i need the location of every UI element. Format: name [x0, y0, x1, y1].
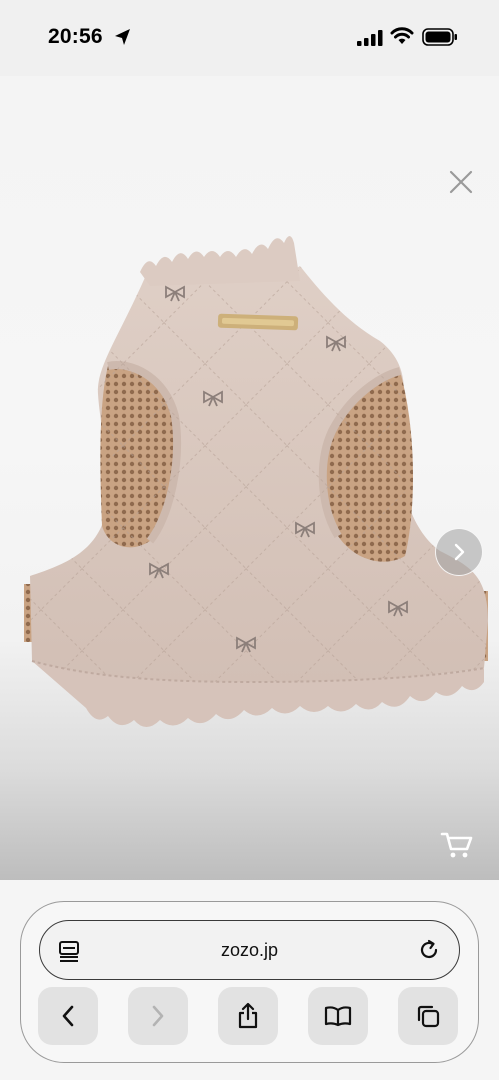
close-icon[interactable]: [448, 169, 474, 195]
bookmarks-icon: [324, 1006, 352, 1027]
url-text: zozo.jp: [220, 940, 279, 960]
quilted-pet-harness-image: [24, 236, 488, 727]
browser-toolbar: [0, 880, 499, 1080]
bookmarks-button[interactable]: [308, 987, 368, 1045]
location-arrow-icon: [115, 29, 130, 45]
next-image-icon: [454, 543, 465, 561]
next-image-button[interactable]: [435, 528, 483, 576]
battery-icon: [422, 28, 457, 46]
back-button[interactable]: [38, 987, 98, 1045]
address-bar[interactable]: zozo.jp: [39, 920, 460, 980]
forward-icon: [152, 1005, 164, 1027]
clock-time: 20:56: [48, 25, 103, 48]
reload-icon[interactable]: [418, 939, 440, 961]
forward-button[interactable]: [128, 987, 188, 1045]
tabs-icon: [417, 1005, 440, 1028]
tabs-button[interactable]: [398, 987, 458, 1045]
share-button[interactable]: [218, 987, 278, 1045]
cellular-signal-icon: [357, 30, 383, 46]
product-image-viewer[interactable]: [0, 76, 499, 880]
back-icon: [62, 1005, 74, 1027]
status-bar: 20:56: [0, 0, 499, 76]
share-icon: [238, 1002, 258, 1029]
wifi-icon: [390, 27, 414, 44]
cart-icon[interactable]: [440, 830, 474, 860]
